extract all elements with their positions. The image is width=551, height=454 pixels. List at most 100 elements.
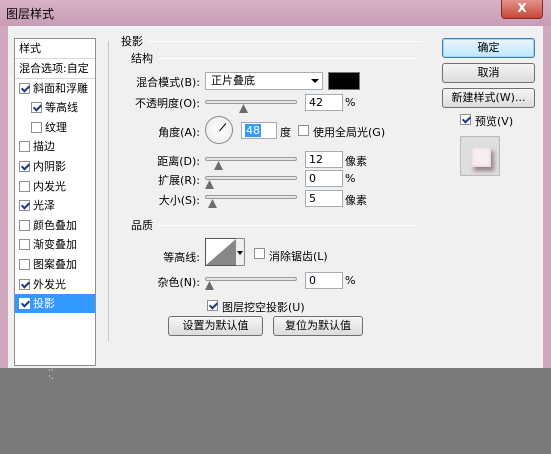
- opacity-unit: %: [345, 96, 356, 109]
- size-input[interactable]: 5: [305, 190, 343, 207]
- size-label: 大小(S):: [158, 194, 200, 207]
- angle-label: 角度(A):: [158, 126, 200, 139]
- spread-label: 扩展(R):: [158, 174, 200, 187]
- knockout-checkbox[interactable]: [207, 300, 218, 311]
- style-list-item[interactable]: 颜色叠加: [15, 216, 95, 235]
- spread-input[interactable]: 0: [305, 170, 343, 187]
- style-item-checkbox[interactable]: [19, 180, 30, 192]
- new-style-button[interactable]: 新建样式(W)...: [442, 88, 535, 108]
- contour-picker[interactable]: [205, 238, 237, 266]
- preview-label: 预览(V): [475, 115, 514, 128]
- style-item-checkbox[interactable]: [19, 82, 30, 94]
- opacity-label: 不透明度(O):: [135, 97, 200, 110]
- preview-checkbox[interactable]: [460, 114, 471, 125]
- contour-dropdown[interactable]: [236, 238, 245, 266]
- close-button[interactable]: X: [501, 0, 543, 19]
- angle-input[interactable]: 48: [241, 122, 277, 139]
- noise-label: 杂色(N):: [157, 276, 200, 289]
- style-item-label: 光泽: [33, 199, 55, 213]
- style-item-label: 描边: [33, 140, 55, 154]
- grip-icon: ·· ·.: [48, 366, 54, 382]
- angle-unit: 度: [280, 126, 291, 139]
- shadow-color-swatch[interactable]: [328, 72, 360, 90]
- style-list-header-label: 样式: [19, 42, 41, 55]
- style-list-item[interactable]: 渐变叠加: [15, 235, 95, 254]
- antialias-label: 消除锯齿(L): [269, 250, 328, 263]
- style-list-item[interactable]: 图案叠加: [15, 255, 95, 274]
- style-list-header[interactable]: 样式: [15, 39, 95, 58]
- contour-label: 等高线:: [163, 251, 200, 264]
- style-item-label: 斜面和浮雕: [33, 81, 88, 95]
- distance-slider-track[interactable]: [205, 157, 297, 161]
- distance-input[interactable]: 12: [305, 151, 343, 168]
- cancel-button[interactable]: 取消: [442, 63, 535, 83]
- spread-unit: %: [345, 172, 356, 185]
- style-item-checkbox[interactable]: [19, 278, 30, 290]
- angle-dial-hand: [219, 123, 227, 132]
- title-bar[interactable]: 图层样式 X: [0, 0, 551, 26]
- style-list-item[interactable]: 投影: [15, 294, 95, 314]
- style-list-item[interactable]: 光泽: [15, 196, 95, 215]
- spread-slider-track[interactable]: [205, 176, 297, 180]
- size-slider-track[interactable]: [205, 195, 297, 199]
- background-canvas: [0, 368, 551, 454]
- style-item-checkbox[interactable]: [19, 200, 30, 212]
- distance-unit: 像素: [345, 155, 367, 168]
- style-item-checkbox[interactable]: [19, 298, 30, 310]
- divider: [148, 41, 422, 42]
- dialog-client: 样式 混合选项:自定斜面和浮雕等高线纹理描边内阴影内发光光泽颜色叠加渐变叠加图案…: [8, 26, 543, 368]
- style-list-item[interactable]: 内发光: [15, 177, 95, 196]
- make-default-button[interactable]: 设置为默认值: [168, 316, 263, 336]
- global-light-label: 使用全局光(G): [313, 126, 386, 139]
- style-list-item[interactable]: 等高线: [15, 98, 95, 117]
- style-item-checkbox[interactable]: [31, 102, 42, 114]
- style-item-label: 等高线: [45, 101, 78, 115]
- opacity-input[interactable]: 42: [305, 94, 343, 111]
- noise-slider-track[interactable]: [205, 277, 297, 281]
- style-item-label: 渐变叠加: [33, 238, 77, 252]
- style-item-label: 纹理: [45, 120, 67, 134]
- blend-mode-label: 混合模式(B):: [136, 76, 200, 89]
- ok-button[interactable]: 确定: [442, 38, 535, 58]
- style-item-label: 内发光: [33, 179, 66, 193]
- style-list: 样式 混合选项:自定斜面和浮雕等高线纹理描边内阴影内发光光泽颜色叠加渐变叠加图案…: [14, 38, 96, 366]
- style-item-checkbox[interactable]: [19, 219, 30, 231]
- preview-swatch: [471, 147, 491, 167]
- opacity-slider-track[interactable]: [205, 100, 297, 104]
- style-list-item[interactable]: 外发光: [15, 275, 95, 294]
- style-item-label: 颜色叠加: [33, 218, 77, 232]
- style-item-checkbox[interactable]: [31, 121, 42, 133]
- window-frame-right: [543, 26, 551, 368]
- style-item-checkbox[interactable]: [19, 259, 30, 270]
- blend-mode-select[interactable]: 正片叠底: [205, 72, 323, 90]
- antialias-checkbox[interactable]: [254, 248, 265, 259]
- style-list-item[interactable]: 斜面和浮雕: [15, 79, 95, 98]
- window-frame-left: [0, 26, 8, 368]
- opacity-slider-thumb[interactable]: [239, 104, 248, 113]
- angle-dial[interactable]: [205, 116, 233, 144]
- style-item-checkbox[interactable]: [19, 239, 30, 251]
- style-preview-thumbnail: [460, 136, 500, 176]
- style-list-item[interactable]: 混合选项:自定: [15, 59, 95, 78]
- contour-curve-icon: [206, 239, 236, 265]
- spread-slider-thumb[interactable]: [205, 180, 214, 189]
- size-unit: 像素: [345, 194, 367, 207]
- knockout-label: 图层挖空投影(U): [222, 301, 305, 314]
- noise-input[interactable]: 0: [305, 272, 343, 289]
- section-title: 投影: [121, 35, 143, 48]
- style-item-label: 混合选项:自定: [19, 62, 89, 75]
- style-item-checkbox[interactable]: [19, 161, 30, 172]
- divider: [158, 58, 418, 59]
- style-item-checkbox[interactable]: [19, 141, 30, 153]
- noise-slider-thumb[interactable]: [205, 281, 214, 290]
- style-item-label: 投影: [33, 297, 55, 311]
- size-slider-thumb[interactable]: [208, 199, 217, 208]
- style-list-item[interactable]: 内阴影: [15, 157, 95, 176]
- divider: [108, 41, 109, 341]
- style-list-item[interactable]: 纹理: [15, 118, 95, 137]
- quality-title: 品质: [131, 219, 153, 232]
- reset-default-button[interactable]: 复位为默认值: [273, 316, 363, 336]
- global-light-checkbox[interactable]: [298, 125, 309, 136]
- style-list-item[interactable]: 描边: [15, 137, 95, 156]
- distance-slider-thumb[interactable]: [214, 161, 223, 170]
